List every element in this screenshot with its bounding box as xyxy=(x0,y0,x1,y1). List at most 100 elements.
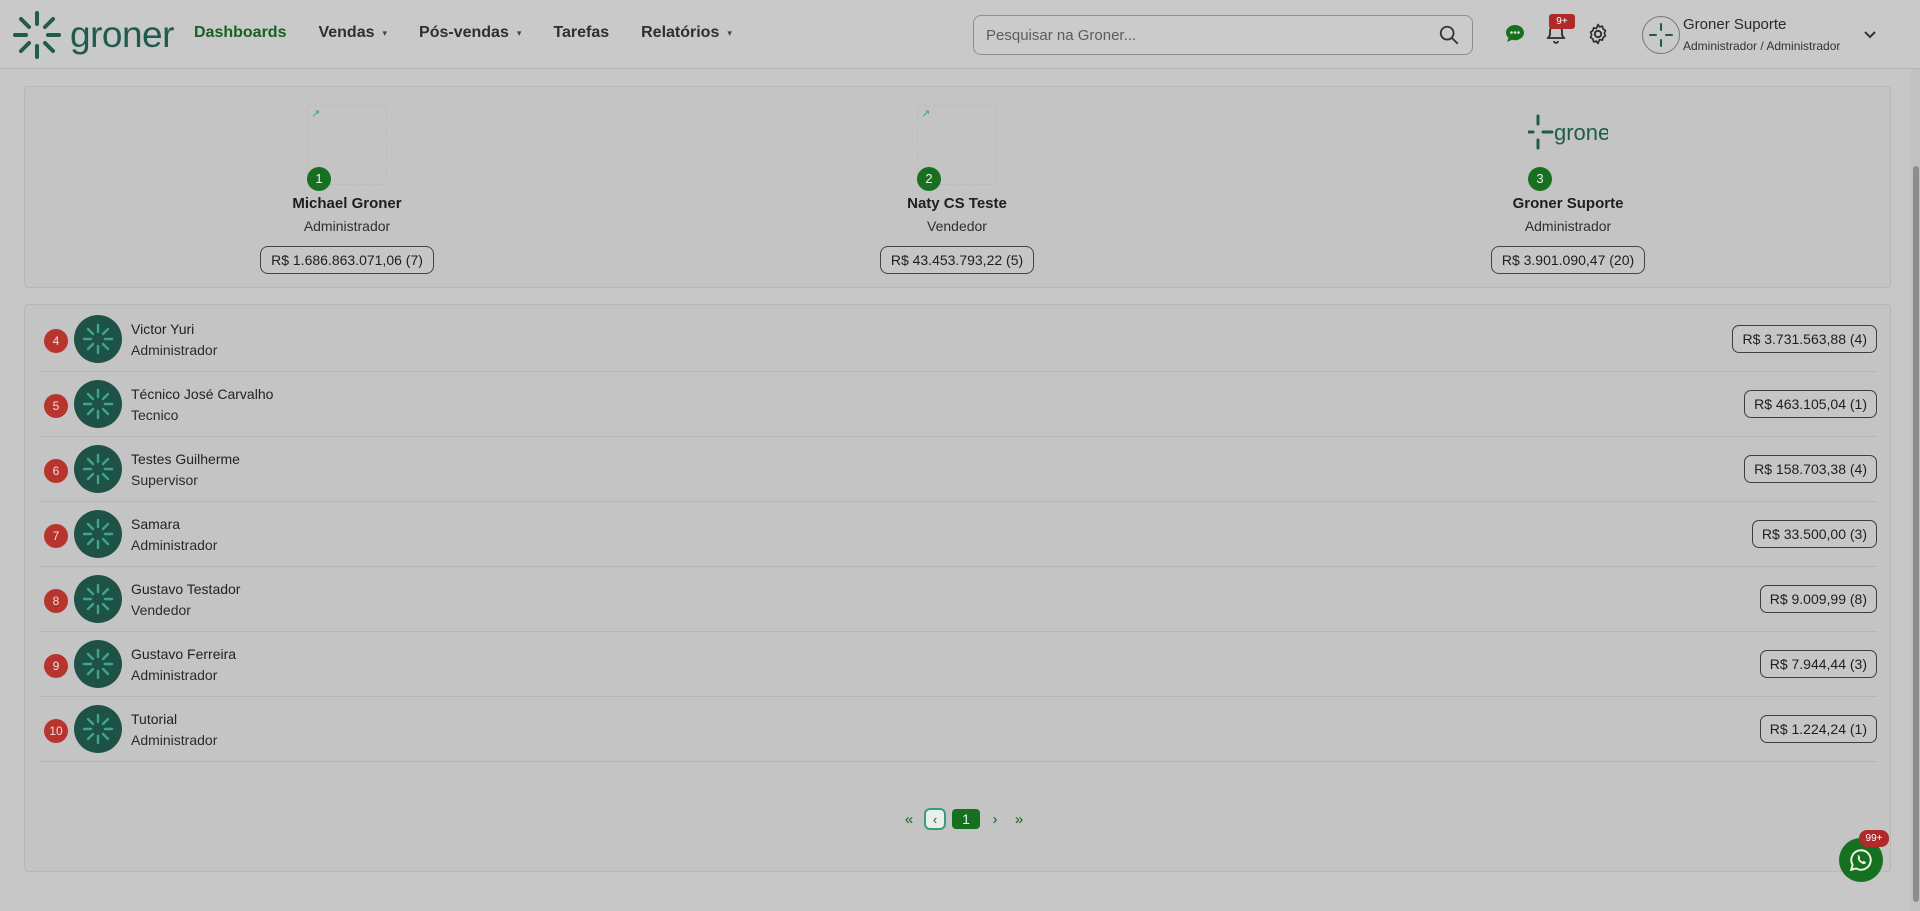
podium-role: Administrador xyxy=(1524,218,1612,234)
notifications-badge: 9+ xyxy=(1549,14,1575,29)
rank-badge: 6 xyxy=(44,459,68,483)
ranking-value-badge: R$ 463.105,04 (1) xyxy=(1744,390,1877,418)
rank-badge: 7 xyxy=(44,524,68,548)
podium-slot[interactable]: ↗ 1 Michael Groner Administrador R$ 1.686.86… xyxy=(197,87,497,274)
global-search[interactable] xyxy=(973,15,1473,55)
user-avatar-icon xyxy=(74,380,122,428)
rank-badge: 9 xyxy=(44,654,68,678)
ranking-row[interactable]: 7 Samara Administrador R$ 33.500,00 (3) xyxy=(39,502,1877,567)
ranking-role: Administrador xyxy=(131,732,218,748)
nav-p-s-vendas[interactable]: Pós-vendas ▾ xyxy=(419,24,521,42)
ranking-row[interactable]: 4 Victor Yuri Administrador R$ 3.731.563,88… xyxy=(39,307,1877,372)
ranking-name: Victor Yuri xyxy=(131,321,195,337)
ranking-name: Tutorial xyxy=(131,711,178,727)
user-avatar-icon xyxy=(74,575,122,623)
nav-relat-rios[interactable]: Relatórios ▾ xyxy=(641,24,732,42)
podium-name: Naty CS Teste xyxy=(907,195,1007,212)
ranking-value-badge: R$ 158.703,38 (4) xyxy=(1744,455,1877,483)
ranking-role: Administrador xyxy=(131,537,218,553)
ranking-value-badge: R$ 3.731.563,88 (4) xyxy=(1732,325,1877,353)
caret-down-icon: ▾ xyxy=(516,27,522,38)
ranking-row[interactable]: 5 Técnico José Carvalho Tecnico R$ 463.105,… xyxy=(39,372,1877,437)
ranking-row[interactable]: 9 Gustavo Ferreira Administrador R$ 7.944,4… xyxy=(39,632,1877,697)
user-avatar[interactable] xyxy=(1642,16,1680,54)
nav-label: Relatórios xyxy=(641,24,720,41)
scrollbar-thumb[interactable] xyxy=(1913,166,1919,902)
podium-card: ↗ 1 Michael Groner Administrador R$ 1.686.86… xyxy=(24,86,1891,288)
rank-badge: 10 xyxy=(44,719,68,743)
podium-value-badge: R$ 1.686.863.071,06 (7) xyxy=(260,246,434,274)
search-input[interactable] xyxy=(986,26,1438,44)
rank-badge: 3 xyxy=(1528,167,1552,191)
rank-badge: 8 xyxy=(44,589,68,613)
podium-name: Groner Suporte xyxy=(1512,195,1624,212)
podium-avatar: ↗ 1 xyxy=(307,105,387,191)
ranking-role: Vendedor xyxy=(131,602,191,618)
ranking-row[interactable]: 6 Testes Guilherme Supervisor R$ 158.703,38… xyxy=(39,437,1877,502)
gear-icon[interactable] xyxy=(1586,22,1610,46)
logo-wordmark: groner xyxy=(70,14,174,55)
groner-logo[interactable]: groner xyxy=(12,10,174,60)
ranking-value-badge: R$ 1.224,24 (1) xyxy=(1759,715,1877,743)
rank-badge: 4 xyxy=(44,329,68,353)
last-page-button[interactable]: » xyxy=(1010,811,1028,828)
top-header: groner Dashboards Vendas ▾ Pós-vendas ▾ Taref… xyxy=(0,0,1920,69)
whatsapp-badge: 99+ xyxy=(1859,830,1889,847)
chevron-down-icon[interactable] xyxy=(1862,26,1878,42)
nav-vendas[interactable]: Vendas ▾ xyxy=(318,24,387,42)
ranking-value-badge: R$ 9.009,99 (8) xyxy=(1759,585,1877,613)
nav-label: Pós-vendas xyxy=(419,24,509,41)
search-icon[interactable] xyxy=(1438,24,1460,46)
prev-page-button[interactable]: ‹ xyxy=(924,808,946,830)
ranking-value-badge: R$ 33.500,00 (3) xyxy=(1751,520,1877,548)
user-role: Administrador / Administrador xyxy=(1683,39,1841,53)
user-avatar-icon xyxy=(74,705,122,753)
podium-avatar: groner3 xyxy=(1528,105,1608,191)
user-avatar-icon xyxy=(74,445,122,493)
podium-role: Vendedor xyxy=(927,218,987,234)
ranking-name: Testes Guilherme xyxy=(131,451,240,467)
ranking-role: Tecnico xyxy=(131,407,179,423)
ranking-name: Samara xyxy=(131,516,181,532)
ranking-value-badge: R$ 7.944,44 (3) xyxy=(1759,650,1877,678)
podium-slot[interactable]: groner3 Groner Suporte Administrador R$ 3.9… xyxy=(1418,87,1718,274)
podium-role: Administrador xyxy=(303,218,391,234)
first-page-button[interactable]: « xyxy=(900,811,918,828)
ranking-row[interactable]: 10 Tutorial Administrador R$ 1.224,24 (1) xyxy=(39,697,1877,762)
groner-sunburst-icon xyxy=(13,11,61,59)
ranking-name: Técnico José Carvalho xyxy=(131,386,274,402)
nav-dashboards[interactable]: Dashboards xyxy=(194,24,286,42)
podium-value-badge: R$ 3.901.090,47 (20) xyxy=(1490,246,1646,274)
user-avatar-icon xyxy=(74,640,122,688)
svg-text:groner: groner xyxy=(1554,120,1608,145)
rank-badge: 5 xyxy=(44,394,68,418)
groner-logo-icon xyxy=(1649,23,1673,47)
ranking-name: Gustavo Ferreira xyxy=(131,646,237,662)
user-avatar-icon xyxy=(74,510,122,558)
nav-tarefas[interactable]: Tarefas xyxy=(553,24,609,42)
chevron-left-icon: ‹ xyxy=(932,811,938,827)
nav-label: Dashboards xyxy=(194,24,287,41)
chat-bubble-icon[interactable] xyxy=(1503,22,1527,46)
ranking-list-card: 4 Victor Yuri Administrador R$ 3.731.563,88… xyxy=(24,304,1891,872)
main-nav: Dashboards Vendas ▾ Pós-vendas ▾ Tarefas Relat… xyxy=(194,24,732,42)
podium-slot[interactable]: ↗ 2 Naty CS Teste Vendedor R$ 43.453.793,22 … xyxy=(807,87,1107,274)
rank-badge: 1 xyxy=(307,167,331,191)
next-page-button[interactable]: › xyxy=(986,811,1004,828)
pagination: « ‹ 1 › » xyxy=(900,808,1028,830)
user-name[interactable]: Groner Suporte xyxy=(1683,16,1786,33)
ranking-name: Gustavo Testador xyxy=(131,581,241,597)
user-avatar-icon xyxy=(74,315,122,363)
current-page[interactable]: 1 xyxy=(952,809,980,829)
rank-badge: 2 xyxy=(917,167,941,191)
ranking-role: Supervisor xyxy=(131,472,198,488)
groner-logo-image: groner xyxy=(1528,105,1608,165)
caret-down-icon: ▾ xyxy=(727,27,732,38)
nav-label: Vendas xyxy=(318,24,375,41)
ranking-role: Administrador xyxy=(131,667,218,683)
nav-label: Tarefas xyxy=(553,24,610,41)
podium-avatar: ↗ 2 xyxy=(917,105,997,191)
podium-name: Michael Groner xyxy=(292,195,402,212)
ranking-role: Administrador xyxy=(131,342,218,358)
ranking-row[interactable]: 8 Gustavo Testador Vendedor R$ 9.009,99 (8) xyxy=(39,567,1877,632)
